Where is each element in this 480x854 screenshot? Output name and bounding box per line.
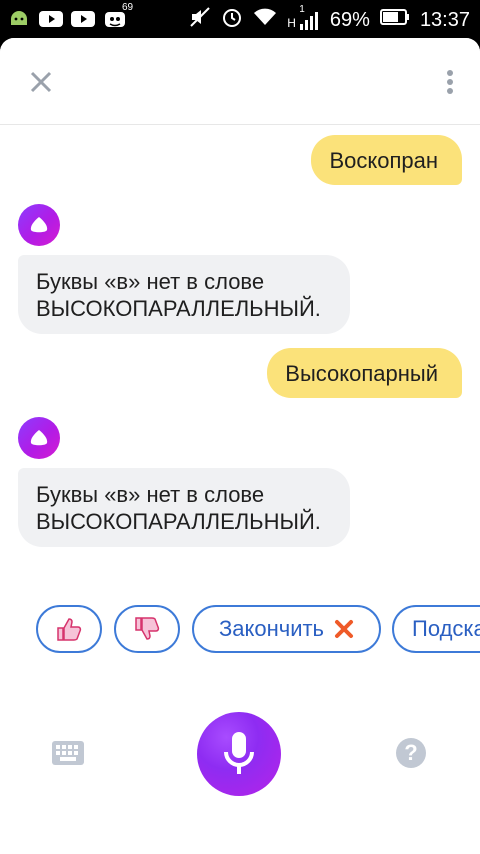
microphone-button[interactable] xyxy=(197,712,281,796)
top-bar xyxy=(0,38,480,125)
wifi-icon xyxy=(253,7,277,33)
assistant-message-line2: ВЫСОКОПАРАЛЛЕЛЬНЫЙ. xyxy=(36,509,321,534)
youtube-icon-2 xyxy=(70,8,96,30)
status-bar-system: H 1 69% 13:37 xyxy=(189,4,470,34)
battery-percent: 69% xyxy=(329,8,370,31)
android-icon xyxy=(6,8,32,30)
network-type: H xyxy=(287,16,296,30)
assistant-card: Воскопран Буквы «в» нет в слове ВЫСОКОПА… xyxy=(0,38,480,854)
user-message-text: Высокопарный xyxy=(285,360,438,386)
cross-mark-icon xyxy=(335,620,354,638)
dislike-button[interactable] xyxy=(114,605,180,653)
notification-badge: 69 xyxy=(122,2,134,13)
youtube-icon xyxy=(38,8,64,30)
more-vertical-icon xyxy=(447,70,453,94)
user-message: Воскопран xyxy=(311,135,462,185)
alice-avatar xyxy=(18,417,60,459)
status-bar: 69 H 1 69% 13:37 xyxy=(0,0,480,38)
assistant-message-line1: Буквы «в» нет в слове xyxy=(36,269,265,294)
battery-icon xyxy=(379,8,410,32)
assistant-message-line2: ВЫСОКОПАРАЛЛЕЛЬНЫЙ. xyxy=(36,296,321,321)
alice-avatar xyxy=(18,204,60,246)
sound-off-icon xyxy=(189,6,211,34)
assistant-message: Буквы «в» нет в слове ВЫСОКОПАРАЛЛЕЛЬНЫЙ… xyxy=(18,255,350,334)
assistant-message-line1: Буквы «в» нет в слове xyxy=(36,482,265,507)
close-icon xyxy=(30,71,52,93)
user-message-text: Воскопран xyxy=(329,147,438,173)
signal-small: 1 xyxy=(299,4,305,15)
hint-button-label: Подска xyxy=(412,616,480,641)
like-button[interactable] xyxy=(36,605,102,653)
thumbs-down-icon xyxy=(135,617,160,640)
finish-button[interactable]: Закончить xyxy=(192,605,381,653)
status-bar-notifications: 69 xyxy=(6,2,133,30)
cell-signal: H 1 xyxy=(287,4,320,30)
more-menu-button[interactable] xyxy=(438,64,462,100)
clock: 13:37 xyxy=(419,8,470,31)
close-button[interactable] xyxy=(18,64,64,100)
microphone-icon xyxy=(224,732,254,774)
alice-logo-icon xyxy=(30,430,48,446)
hint-button[interactable]: Подска xyxy=(392,605,480,653)
help-icon: ? xyxy=(404,740,418,765)
alarm-icon xyxy=(221,6,243,34)
game-app-icon: 69 xyxy=(102,2,133,30)
thumbs-up-icon xyxy=(57,618,82,641)
keyboard-icon xyxy=(52,741,84,765)
help-button[interactable]: ? xyxy=(396,738,426,768)
keyboard-button[interactable] xyxy=(52,741,84,765)
user-message: Высокопарный xyxy=(267,348,462,398)
assistant-message: Буквы «в» нет в слове ВЫСОКОПАРАЛЛЕЛЬНЫЙ… xyxy=(18,468,350,547)
finish-button-label: Закончить xyxy=(218,616,325,641)
alice-logo-icon xyxy=(30,217,48,233)
